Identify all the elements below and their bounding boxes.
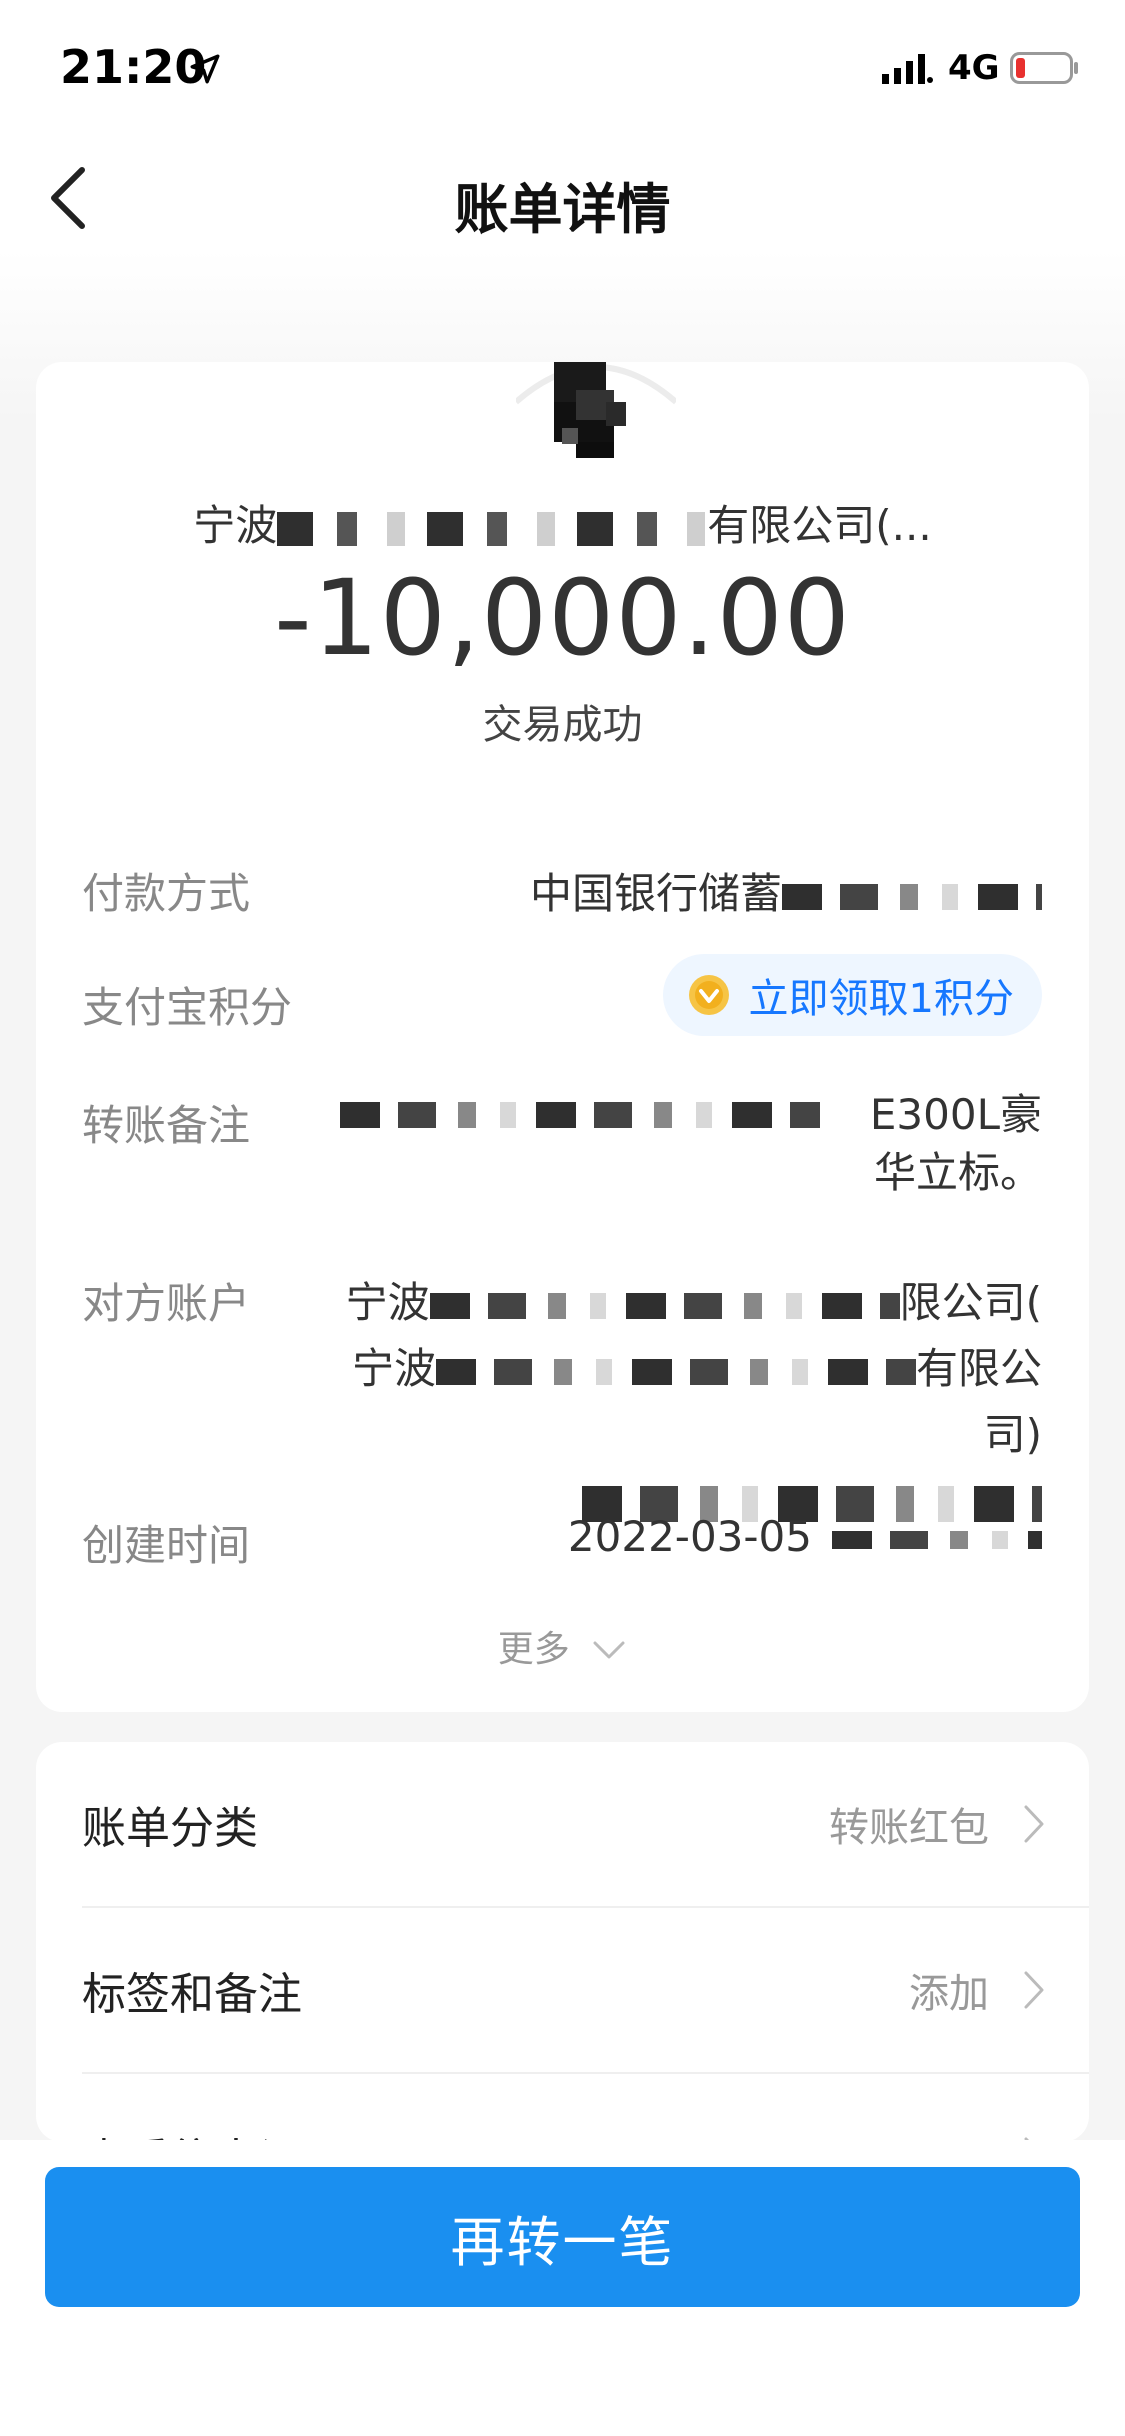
redacted-text [435,1358,916,1385]
chevron-right-icon [1024,1971,1044,2009]
bill-summary-card: 宁波 有限公司(... -10,000.00 交易成功 付款方式 中国银行储蓄 支… [36,362,1089,1712]
counterparty-line1-prefix: 宁波 [345,1278,430,1327]
detail-row-counterparty: 对方账户 宁波 限公司( 宁波 有限公司) [82,1270,1042,1522]
payee-prefix: 宁波 [193,501,278,550]
redacted-text [277,511,708,546]
transfer-again-button[interactable]: 再转一笔 [45,2167,1080,2307]
created-date: 2022-03-05 [567,1512,812,1561]
list-item-value: 转账红包 [829,1805,989,1851]
redacted-text [782,883,1042,910]
payee-avatar [516,362,676,458]
location-arrow-icon [190,54,220,84]
more-toggle[interactable]: 更多 [36,1620,1089,1672]
more-label: 更多 [497,1629,570,1670]
detail-label: 转账备注 [82,1101,251,1150]
list-item-label: 账单分类 [82,1803,258,1854]
payee-name: 宁波 有限公司(... [36,492,1089,553]
detail-value: E300L豪 华立标。 [870,1086,1042,1202]
claim-points-button[interactable]: 立即领取1积分 [662,954,1042,1036]
status-time: 21:20 [60,40,207,94]
payment-method-text: 中国银行储蓄 [529,869,782,918]
signal-icon [882,54,933,84]
counterparty-line2-prefix: 宁波 [351,1344,436,1393]
bill-options-card: 账单分类 转账红包 标签和备注 添加 查看往来记录 [36,1742,1089,2142]
detail-row-points: 支付宝积分 立即领取1积分 [82,954,1042,1044]
network-type: 4G [948,48,1000,88]
status-bar: 21:20 4G [0,0,1125,135]
counterparty-line1-suffix: 限公司( [899,1278,1042,1327]
detail-label: 对方账户 [82,1279,251,1328]
detail-value: 2022-03-05 [568,1512,1042,1561]
redacted-text [832,1530,1042,1549]
payee-suffix: 有限公司(... [707,501,932,550]
detail-label: 支付宝积分 [82,983,293,1032]
list-item-label: 标签和备注 [82,1969,302,2020]
list-item-transaction-history[interactable]: 查看往来记录 [82,2074,1089,2142]
list-item-tags-notes[interactable]: 标签和备注 添加 [82,1908,1089,2072]
claim-points-label: 立即领取1积分 [748,976,1014,1022]
redacted-text [429,1292,900,1319]
chevron-down-icon [593,1641,625,1659]
detail-label: 创建时间 [82,1521,251,1570]
coin-icon [688,975,729,1015]
detail-row-payment-method: 付款方式 中国银行储蓄 [82,860,1042,930]
transaction-status: 交易成功 [482,702,643,748]
list-item-bill-category[interactable]: 账单分类 转账红包 [82,1742,1089,1906]
counterparty-account: 宁波 限公司( 宁波 有限公司) [302,1270,1042,1534]
transfer-note-line1: E300L豪 [869,1090,1042,1139]
detail-label: 付款方式 [82,869,251,918]
detail-value: 中国银行储蓄 [530,860,1042,921]
list-item-value: 添加 [909,1971,989,2017]
battery-icon [1010,52,1078,84]
transfer-note-line2: 华立标。 [873,1148,1042,1197]
bill-amount: -10,000.00 [274,557,851,679]
page-title: 账单详情 [454,178,671,241]
chevron-right-icon [1024,1805,1044,1843]
detail-row-transfer-note: 转账备注 E300L豪 华立标。 [82,1090,1042,1212]
detail-row-created-time: 创建时间 2022-03-05 [82,1512,1042,1582]
redacted-text [340,1102,820,1128]
counterparty-line2-suffix: 有限公司) [915,1344,1042,1459]
